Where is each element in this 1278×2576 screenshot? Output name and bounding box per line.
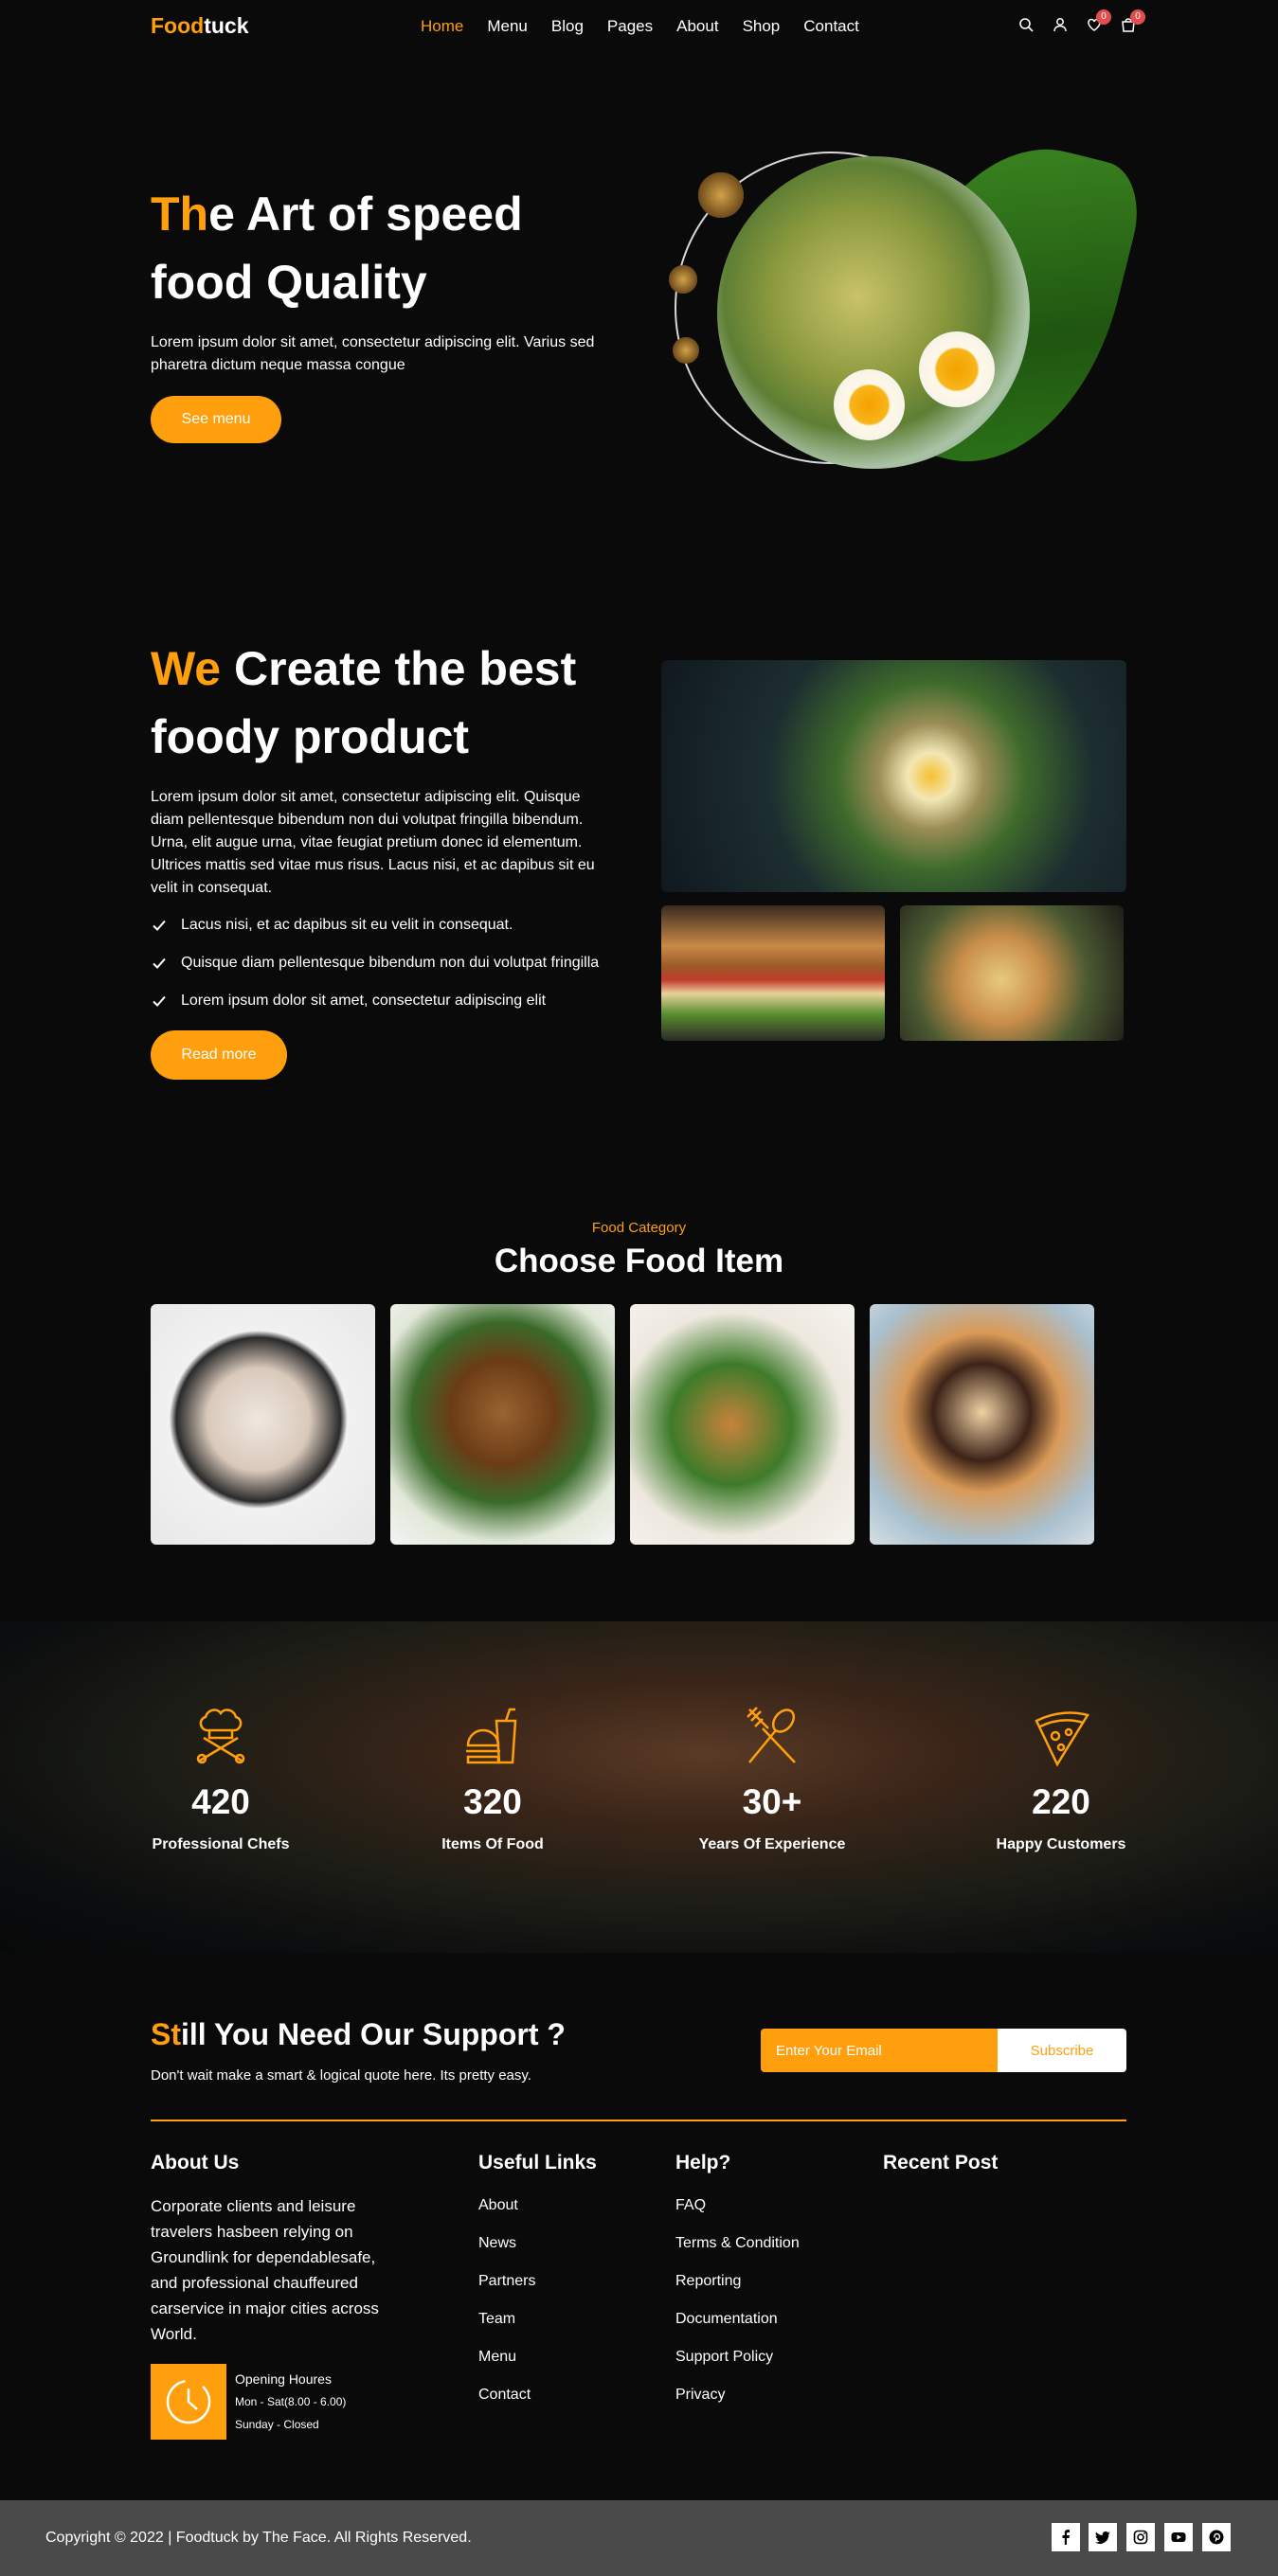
check-item: Quisque diam pellentesque bibendum non d…	[151, 955, 599, 972]
subscribe-form: Subscribe	[761, 2029, 1126, 2072]
check-item: Lorem ipsum dolor sit amet, consectetur …	[151, 993, 546, 1010]
youtube-icon[interactable]	[1164, 2523, 1193, 2551]
twitter-icon[interactable]	[1089, 2523, 1117, 2551]
footer-link-contact[interactable]: Contact	[478, 2376, 535, 2414]
pizza-slice-icon	[1035, 1711, 1089, 1767]
check-icon	[153, 957, 166, 969]
support-text: Don't wait make a smart & logical quote …	[151, 2067, 531, 2084]
stat-customers: 220 Happy Customers	[966, 1702, 1156, 1853]
cart-badge: 0	[1130, 9, 1145, 25]
check-item: Lacus nisi, et ac dapibus sit eu velit i…	[151, 917, 513, 934]
instagram-icon[interactable]	[1126, 2523, 1155, 2551]
wishlist-badge: 0	[1096, 9, 1111, 25]
opening-hours: Opening Houres Mon - Sat(8.00 - 6.00) Su…	[235, 2368, 346, 2436]
nav-shop[interactable]: Shop	[743, 17, 781, 36]
hours-sunday: Sunday - Closed	[235, 2418, 319, 2431]
food-card-burger[interactable]	[390, 1304, 615, 1545]
check-icon	[153, 995, 166, 1007]
pinterest-icon[interactable]	[1202, 2523, 1231, 2551]
read-more-button[interactable]: Read more	[151, 1030, 287, 1080]
clock-icon	[166, 2379, 211, 2424]
egg-toast-photo	[661, 660, 1126, 892]
stat-years: 30+ Years Of Experience	[677, 1702, 867, 1853]
nav-menu[interactable]: Menu	[487, 17, 528, 36]
chef-hat-icon	[196, 1708, 245, 1764]
support-title: Still You Need Our Support ?	[151, 2017, 566, 2051]
stat-value: 420	[191, 1782, 250, 1821]
footer-link-faq[interactable]: FAQ	[675, 2187, 800, 2225]
footer-link-menu[interactable]: Menu	[478, 2338, 535, 2376]
nav-pages[interactable]: Pages	[607, 17, 653, 36]
hours-title: Opening Houres	[235, 2371, 332, 2387]
stat-chefs: 420 Professional Chefs	[126, 1702, 315, 1853]
stat-label: Items Of Food	[441, 1836, 544, 1852]
footer-link-about[interactable]: About	[478, 2187, 535, 2225]
sandwich-photo	[661, 905, 885, 1041]
nav-about[interactable]: About	[676, 17, 718, 36]
hero-thumb-image[interactable]	[669, 265, 697, 294]
footer-link-terms[interactable]: Terms & Condition	[675, 2225, 800, 2263]
food-card-chicken-salad[interactable]	[630, 1304, 855, 1545]
opening-hours-box	[151, 2364, 226, 2440]
footer-link-reporting[interactable]: Reporting	[675, 2263, 800, 2300]
food-card-donuts[interactable]	[870, 1304, 1094, 1545]
footer-useful-title: Useful Links	[478, 2152, 597, 2174]
hours-week: Mon - Sat(8.00 - 6.00)	[235, 2395, 347, 2408]
hero-title: The Art of speed food Quality	[151, 188, 523, 309]
burger-drink-icon	[466, 1708, 517, 1764]
help-links: FAQ Terms & Condition Reporting Document…	[675, 2187, 800, 2414]
stat-label: Professional Chefs	[152, 1836, 290, 1852]
stat-value: 30+	[742, 1782, 802, 1821]
hero-text: Lorem ipsum dolor sit amet, consectetur …	[151, 334, 595, 373]
hero-egg-image	[919, 331, 995, 407]
subscribe-button[interactable]: Subscribe	[998, 2029, 1126, 2072]
footer-link-privacy[interactable]: Privacy	[675, 2376, 800, 2414]
footer-link-team[interactable]: Team	[478, 2300, 535, 2338]
hero-egg-image	[834, 369, 905, 440]
email-input[interactable]	[761, 2029, 998, 2072]
about-title: We Create the best foody product	[151, 642, 577, 763]
footer-link-news[interactable]: News	[478, 2225, 535, 2263]
search-icon[interactable]	[1018, 17, 1034, 32]
header-icons: 0 0	[1018, 9, 1145, 32]
logo[interactable]: Foodtuck	[151, 13, 249, 39]
footer-divider	[151, 2120, 1126, 2121]
useful-links: About News Partners Team Menu Contact	[478, 2187, 535, 2414]
stat-label: Happy Customers	[996, 1836, 1126, 1852]
footer-link-documentation[interactable]: Documentation	[675, 2300, 800, 2338]
heart-icon[interactable]: 0	[1087, 9, 1111, 32]
facebook-icon[interactable]	[1052, 2523, 1080, 2551]
nav-blog[interactable]: Blog	[551, 17, 584, 36]
footer-about-title: About Us	[151, 2152, 240, 2174]
stat-items: 320 Items Of Food	[398, 1702, 587, 1853]
stat-value: 220	[1032, 1782, 1090, 1821]
footer-link-partners[interactable]: Partners	[478, 2263, 535, 2300]
footer-link-support-policy[interactable]: Support Policy	[675, 2338, 800, 2376]
nav-home[interactable]: Home	[421, 17, 463, 36]
footer-help-title: Help?	[675, 2152, 731, 2174]
hero-thumb-image[interactable]	[673, 337, 699, 364]
footer-about-text: Corporate clients and leisure travelers …	[151, 2197, 379, 2343]
copyright: Copyright © 2022 | Foodtuck by The Face.…	[45, 2530, 472, 2546]
main-nav: Home Menu Blog Pages About Shop Contact	[421, 17, 883, 36]
stat-label: Years Of Experience	[698, 1836, 846, 1852]
nav-contact[interactable]: Contact	[803, 17, 859, 36]
platter-photo	[900, 905, 1124, 1041]
about-text: Lorem ipsum dolor sit amet, consectetur …	[151, 789, 595, 896]
stat-value: 320	[463, 1782, 522, 1821]
category-subtitle: Food Category	[591, 1220, 687, 1236]
see-menu-button[interactable]: See menu	[151, 396, 281, 443]
cart-icon[interactable]: 0	[1121, 9, 1145, 32]
footer-recent-title: Recent Post	[883, 2152, 999, 2174]
food-card-salad[interactable]	[151, 1304, 375, 1545]
hero-thumb-image[interactable]	[698, 172, 744, 218]
user-icon[interactable]	[1053, 17, 1068, 32]
check-icon	[153, 920, 166, 931]
category-title: Choose Food Item	[494, 1243, 784, 1279]
fork-spoon-icon	[747, 1707, 796, 1763]
